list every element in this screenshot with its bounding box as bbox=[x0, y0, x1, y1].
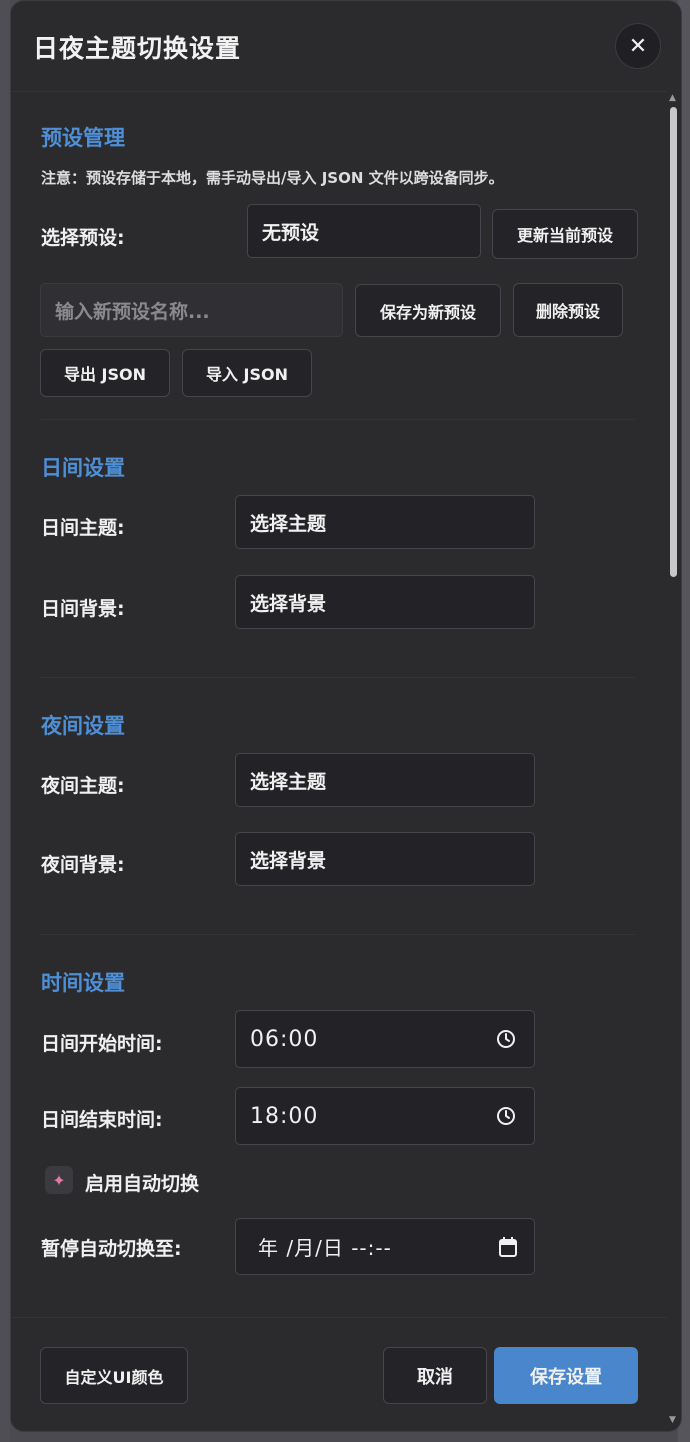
presets-note: 注意：预设存储于本地，需手动导出/导入 JSON 文件以跨设备同步。 bbox=[41, 169, 504, 187]
section-divider bbox=[41, 677, 635, 678]
header-divider bbox=[11, 91, 667, 92]
day-theme-label: 日间主题: bbox=[41, 517, 125, 539]
dialog-title: 日夜主题切换设置 bbox=[33, 34, 242, 63]
custom-ui-color-button[interactable]: 自定义UI颜色 bbox=[40, 1347, 188, 1404]
day-theme-select[interactable]: 选择主题 bbox=[235, 495, 535, 549]
scrollbar-thumb[interactable] bbox=[670, 107, 677, 577]
time-section-title: 时间设置 bbox=[41, 971, 125, 995]
close-icon: ✕ bbox=[628, 33, 648, 59]
day-start-time-value: 06:00 bbox=[250, 1026, 319, 1052]
new-preset-name-placeholder: 输入新预设名称... bbox=[55, 300, 210, 323]
day-end-label: 日间结束时间: bbox=[41, 1109, 163, 1131]
day-background-select[interactable]: 选择背景 bbox=[235, 575, 535, 629]
calendar-icon[interactable] bbox=[498, 1236, 518, 1258]
select-preset-label: 选择预设: bbox=[41, 227, 125, 249]
night-theme-value: 选择主题 bbox=[250, 770, 327, 793]
theme-settings-dialog: 日夜主题切换设置 ✕ ▲ ▼ 预设管理 注意：预设存储于本地，需手动导出/导入 … bbox=[10, 0, 682, 1432]
day-section-title: 日间设置 bbox=[41, 456, 125, 480]
save-new-preset-button[interactable]: 保存为新预设 bbox=[355, 284, 501, 337]
section-divider bbox=[41, 419, 635, 420]
pause-until-value: 年 /月/日 --:-- bbox=[258, 1236, 392, 1260]
pause-until-datetime-input[interactable]: 年 /月/日 --:-- bbox=[235, 1218, 535, 1275]
page-background-left bbox=[0, 0, 10, 1442]
import-json-button[interactable]: 导入 JSON bbox=[182, 349, 312, 397]
day-end-time-input[interactable]: 18:00 bbox=[235, 1087, 535, 1145]
presets-section-title: 预设管理 bbox=[41, 126, 125, 150]
day-background-label: 日间背景: bbox=[41, 598, 125, 620]
night-theme-label: 夜间主题: bbox=[41, 775, 125, 797]
day-start-time-input[interactable]: 06:00 bbox=[235, 1010, 535, 1068]
day-theme-value: 选择主题 bbox=[250, 512, 327, 535]
export-json-button[interactable]: 导出 JSON bbox=[40, 349, 170, 397]
night-section-title: 夜间设置 bbox=[41, 714, 125, 738]
night-background-label: 夜间背景: bbox=[41, 854, 125, 876]
scroll-down-icon[interactable]: ▼ bbox=[669, 1415, 676, 1425]
delete-preset-button[interactable]: 删除预设 bbox=[513, 283, 623, 337]
close-button[interactable]: ✕ bbox=[615, 23, 661, 69]
night-background-select[interactable]: 选择背景 bbox=[235, 832, 535, 886]
scroll-up-icon[interactable]: ▲ bbox=[669, 93, 676, 103]
pause-until-label: 暂停自动切换至: bbox=[41, 1238, 182, 1260]
section-divider bbox=[41, 934, 635, 935]
day-start-label: 日间开始时间: bbox=[41, 1033, 163, 1055]
clock-icon[interactable] bbox=[496, 1106, 516, 1126]
new-preset-name-input[interactable]: 输入新预设名称... bbox=[40, 283, 343, 337]
clock-icon[interactable] bbox=[496, 1029, 516, 1049]
scrollbar[interactable]: ▲ ▼ bbox=[667, 93, 681, 1429]
save-settings-button[interactable]: 保存设置 bbox=[494, 1347, 638, 1404]
night-background-value: 选择背景 bbox=[250, 849, 327, 872]
preset-select-value: 无预设 bbox=[262, 221, 320, 244]
night-theme-select[interactable]: 选择主题 bbox=[235, 753, 535, 807]
update-preset-button[interactable]: 更新当前预设 bbox=[492, 209, 638, 259]
footer-divider bbox=[11, 1317, 667, 1318]
day-end-time-value: 18:00 bbox=[250, 1103, 319, 1129]
day-background-value: 选择背景 bbox=[250, 592, 327, 615]
sparkle-icon[interactable]: ✦ bbox=[45, 1166, 73, 1194]
cancel-button[interactable]: 取消 bbox=[383, 1347, 487, 1404]
preset-select[interactable]: 无预设 bbox=[247, 204, 481, 258]
auto-switch-label[interactable]: 启用自动切换 bbox=[85, 1169, 199, 1196]
